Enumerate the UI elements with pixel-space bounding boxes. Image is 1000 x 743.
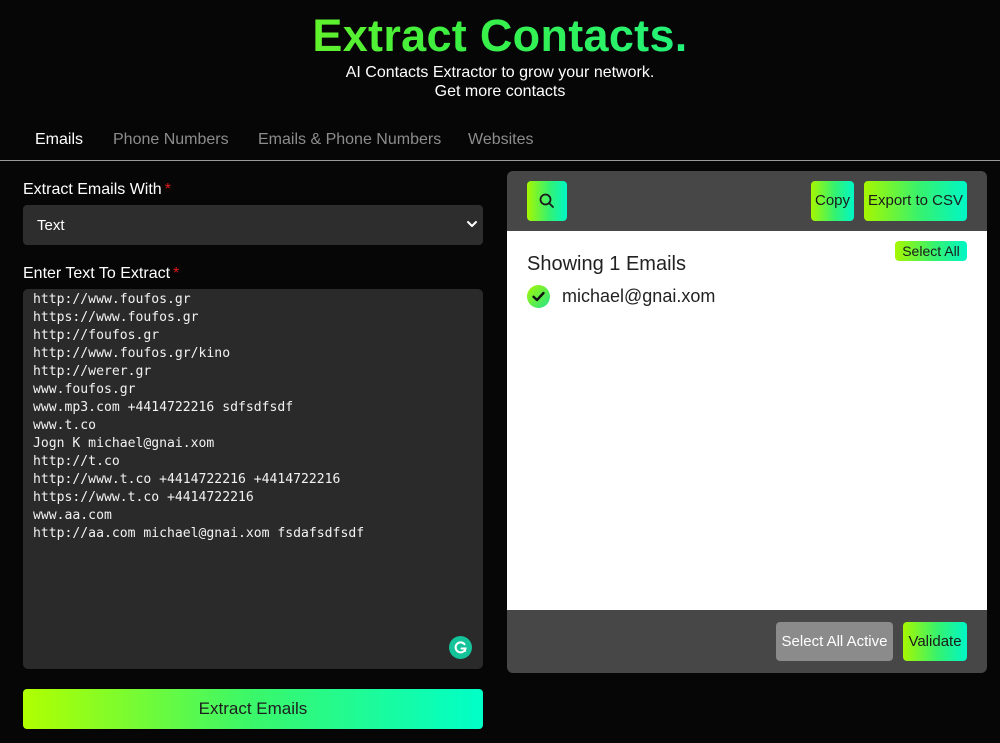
grammarly-g-icon	[454, 641, 467, 654]
text-to-extract-textarea[interactable]: http://www.foufos.gr https://www.foufos.…	[23, 289, 483, 669]
chevron-down-icon	[467, 221, 477, 227]
text-to-extract-label: Enter Text To Extract *	[23, 265, 179, 283]
grammarly-icon[interactable]	[449, 636, 472, 659]
select-all-active-button[interactable]: Select All Active	[776, 622, 893, 661]
page-header: Extract Contacts. AI Contacts Extractor …	[0, 0, 1000, 110]
required-mark: *	[173, 265, 180, 282]
subtitle-line-2: Get more contacts	[434, 83, 566, 100]
text-to-extract-label-text: Enter Text To Extract	[23, 265, 171, 282]
results-list: Showing 1 Emails Select All michael@gnai…	[507, 231, 987, 610]
required-mark: *	[164, 181, 171, 198]
tab-emails[interactable]: Emails	[35, 131, 83, 149]
select-all-button[interactable]: Select All	[895, 241, 967, 261]
export-csv-button[interactable]: Export to CSV	[864, 181, 967, 221]
copy-button[interactable]: Copy	[811, 181, 854, 221]
extract-with-label: Extract Emails With *	[23, 181, 171, 199]
tab-emails-and-phone-numbers[interactable]: Emails & Phone Numbers	[258, 131, 441, 149]
extract-with-label-text: Extract Emails With	[23, 181, 162, 198]
tab-bar: Emails Phone Numbers Emails & Phone Numb…	[0, 122, 1000, 161]
results-count: Showing 1 Emails	[527, 253, 686, 275]
tab-websites[interactable]: Websites	[468, 131, 534, 149]
search-icon	[539, 193, 554, 208]
extract-with-selected-value: Text	[37, 217, 65, 234]
page-title: Extract Contacts.	[0, 10, 1000, 62]
page-subtitle: AI Contacts Extractor to grow your netwo…	[0, 63, 1000, 101]
search-button[interactable]	[527, 181, 567, 221]
validate-button[interactable]: Validate	[903, 622, 967, 661]
textarea-content: http://www.foufos.gr https://www.foufos.…	[33, 292, 365, 541]
checkmark-icon	[532, 291, 545, 302]
email-address: michael@gnai.xom	[562, 286, 716, 306]
extract-with-select[interactable]: Text	[23, 205, 483, 245]
tab-phone-numbers[interactable]: Phone Numbers	[113, 131, 229, 149]
extract-emails-button[interactable]: Extract Emails	[23, 689, 483, 729]
subtitle-line-1: AI Contacts Extractor to grow your netwo…	[345, 64, 655, 81]
results-panel: Copy Export to CSV Showing 1 Emails Sele…	[507, 171, 987, 673]
check-icon[interactable]	[527, 285, 550, 308]
